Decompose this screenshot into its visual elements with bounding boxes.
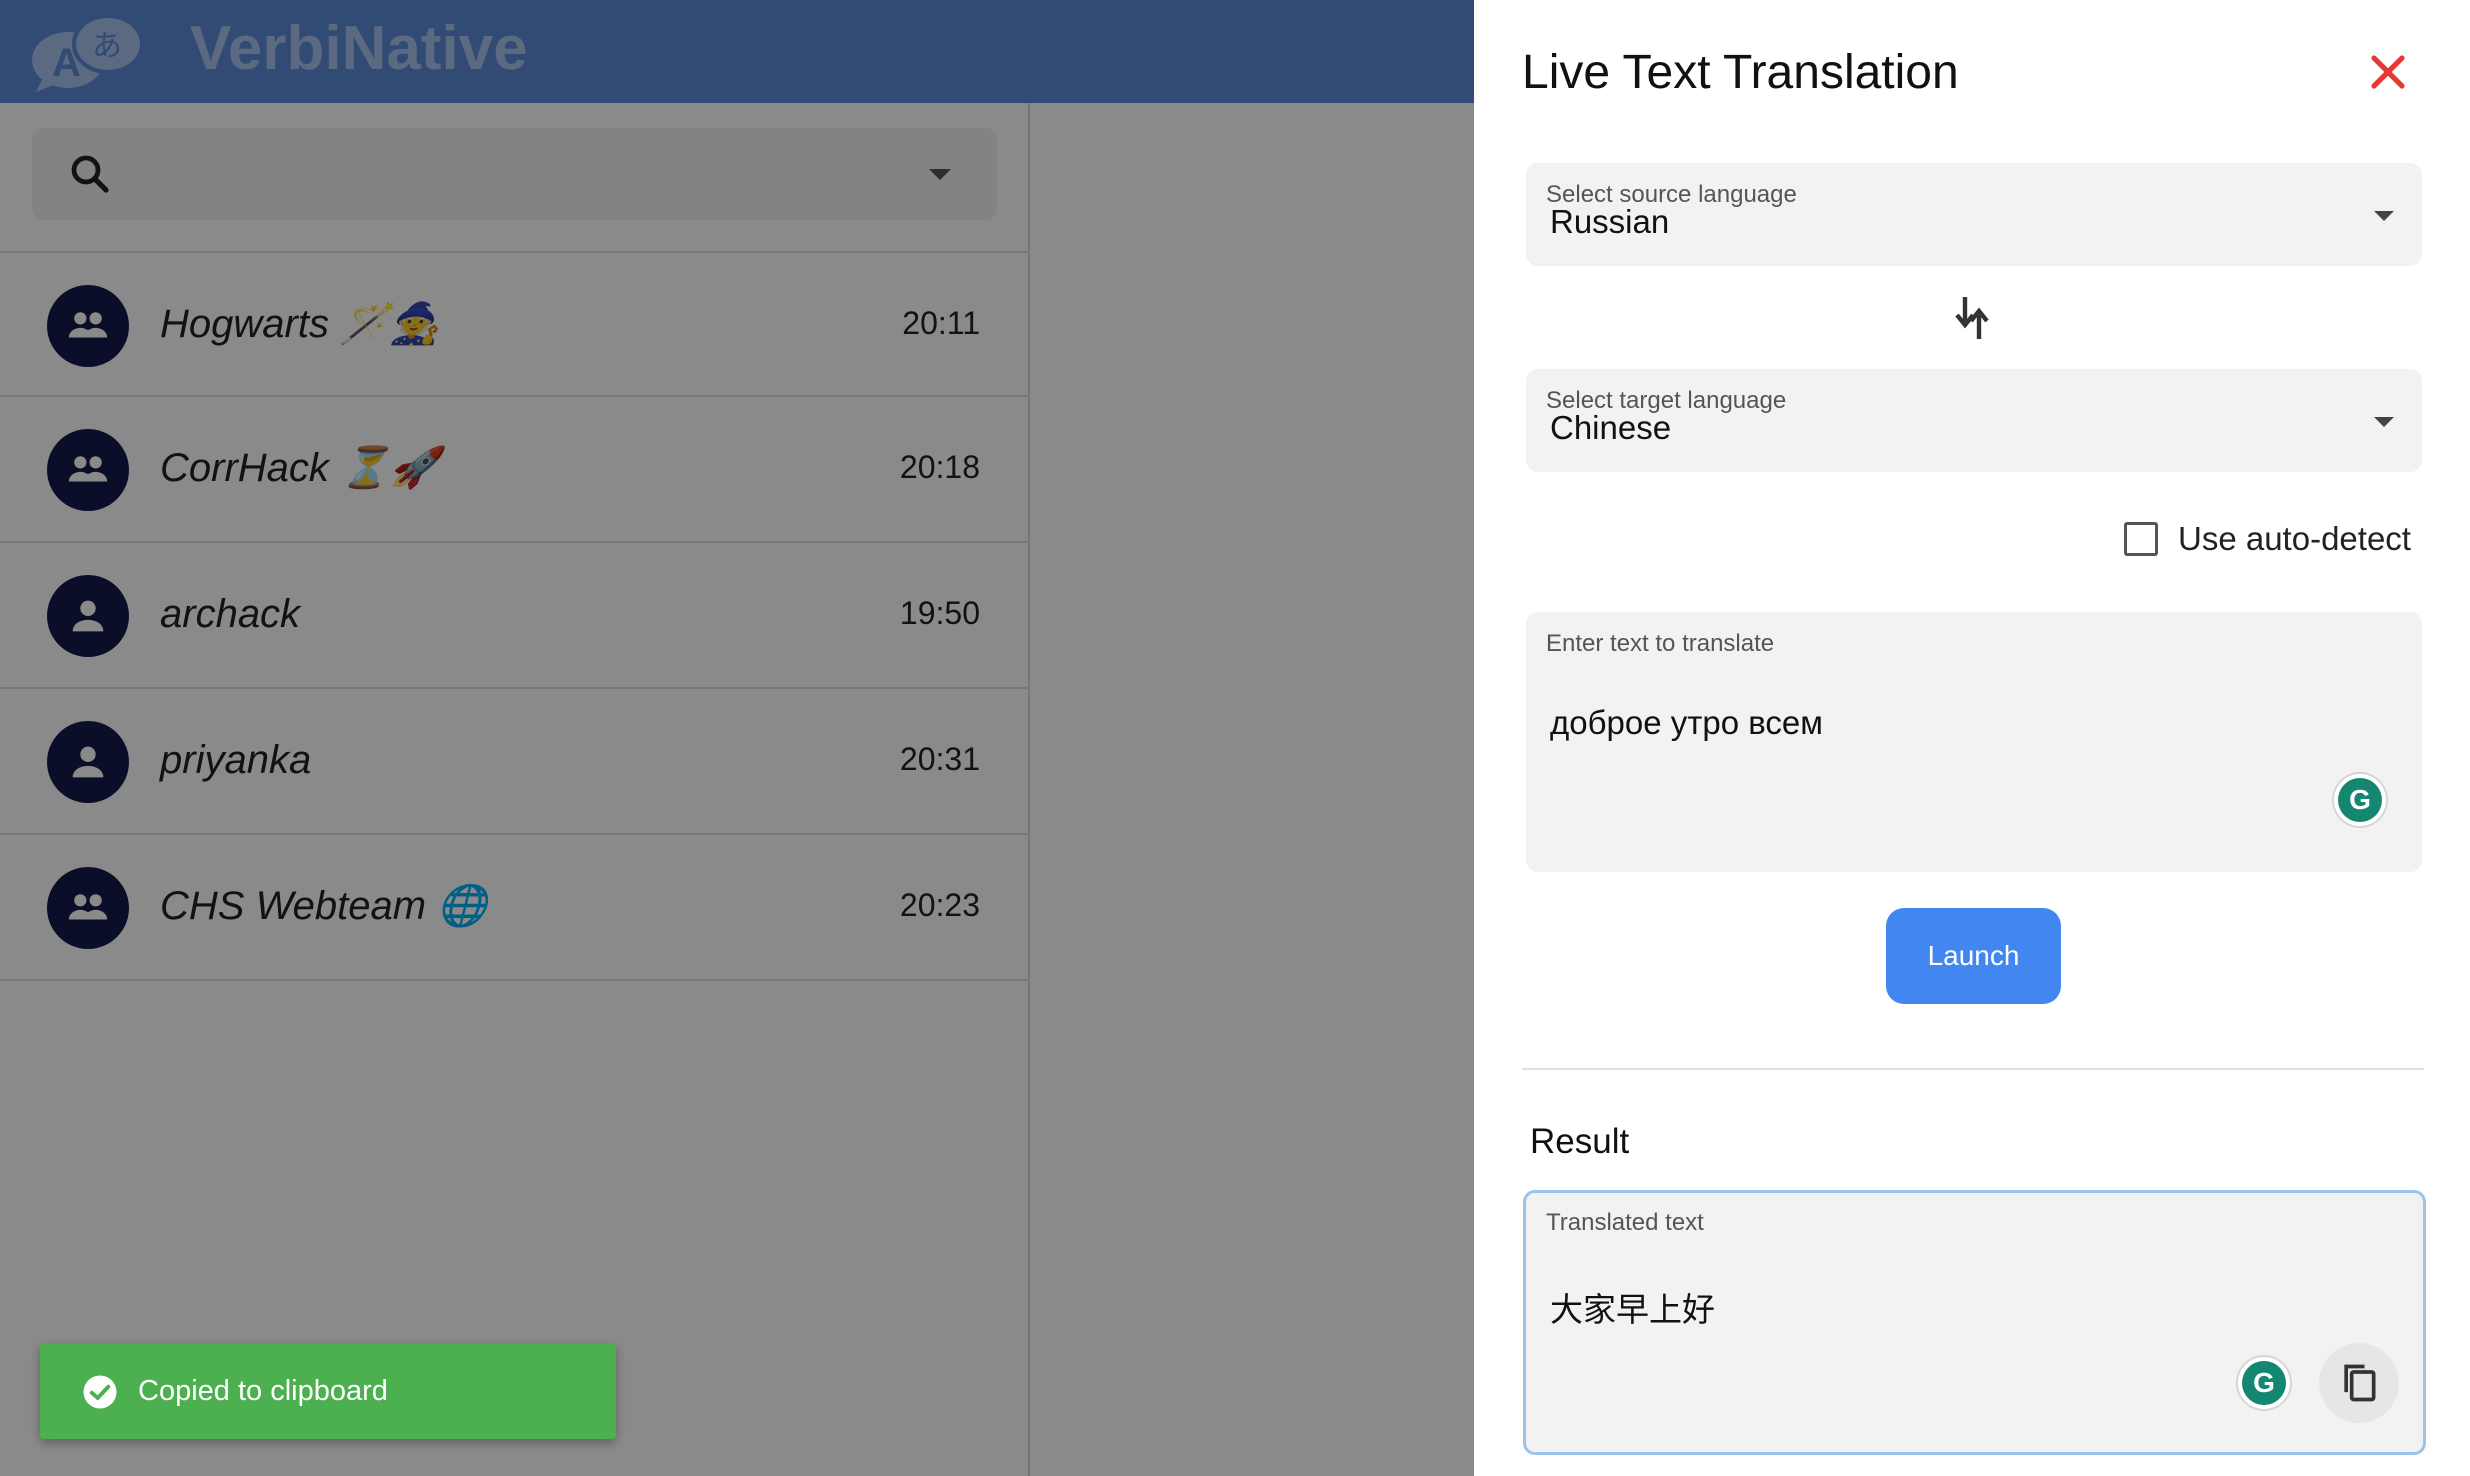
checkbox-box[interactable] [2124,522,2158,556]
target-language-select[interactable]: Select target language Chinese [1526,369,2422,472]
auto-detect-label: Use auto-detect [2178,520,2411,557]
source-text-area[interactable]: Enter text to translate доброе утро всем… [1526,612,2422,872]
source-text-label: Enter text to translate [1546,630,1775,657]
copy-button[interactable] [2319,1343,2399,1423]
translated-text-value[interactable]: 大家早上好 [1550,1283,1715,1331]
source-language-select[interactable]: Select source language Russian [1526,163,2422,266]
translated-text-label: Translated text [1546,1209,1704,1236]
chevron-down-icon [2374,211,2394,221]
swap-languages-icon[interactable] [1955,295,1989,341]
check-circle-icon [83,1375,117,1408]
translation-drawer: Live Text Translation Select source lang… [1474,0,2470,1476]
drawer-title: Live Text Translation [1522,46,1959,99]
modal-backdrop[interactable] [0,0,1474,1476]
toast-message: Copied to clipboard [138,1375,388,1407]
source-text-value[interactable]: доброе утро всем [1550,704,1823,742]
grammarly-icon[interactable]: G [2332,772,2388,828]
source-language-value: Russian [1550,203,1670,240]
auto-detect-checkbox[interactable]: Use auto-detect [2124,520,2411,558]
copy-icon [2344,1364,2376,1402]
result-heading: Result [1530,1122,1630,1161]
launch-button[interactable]: Launch [1886,908,2061,1004]
close-icon[interactable] [2364,48,2412,96]
target-language-value: Chinese [1550,409,1672,446]
divider [1522,1068,2424,1070]
translated-text-area[interactable]: Translated text 大家早上好 G [1523,1190,2426,1455]
toast-notification: Copied to clipboard [40,1344,616,1439]
chevron-down-icon [2374,417,2394,427]
grammarly-icon[interactable]: G [2236,1355,2292,1411]
